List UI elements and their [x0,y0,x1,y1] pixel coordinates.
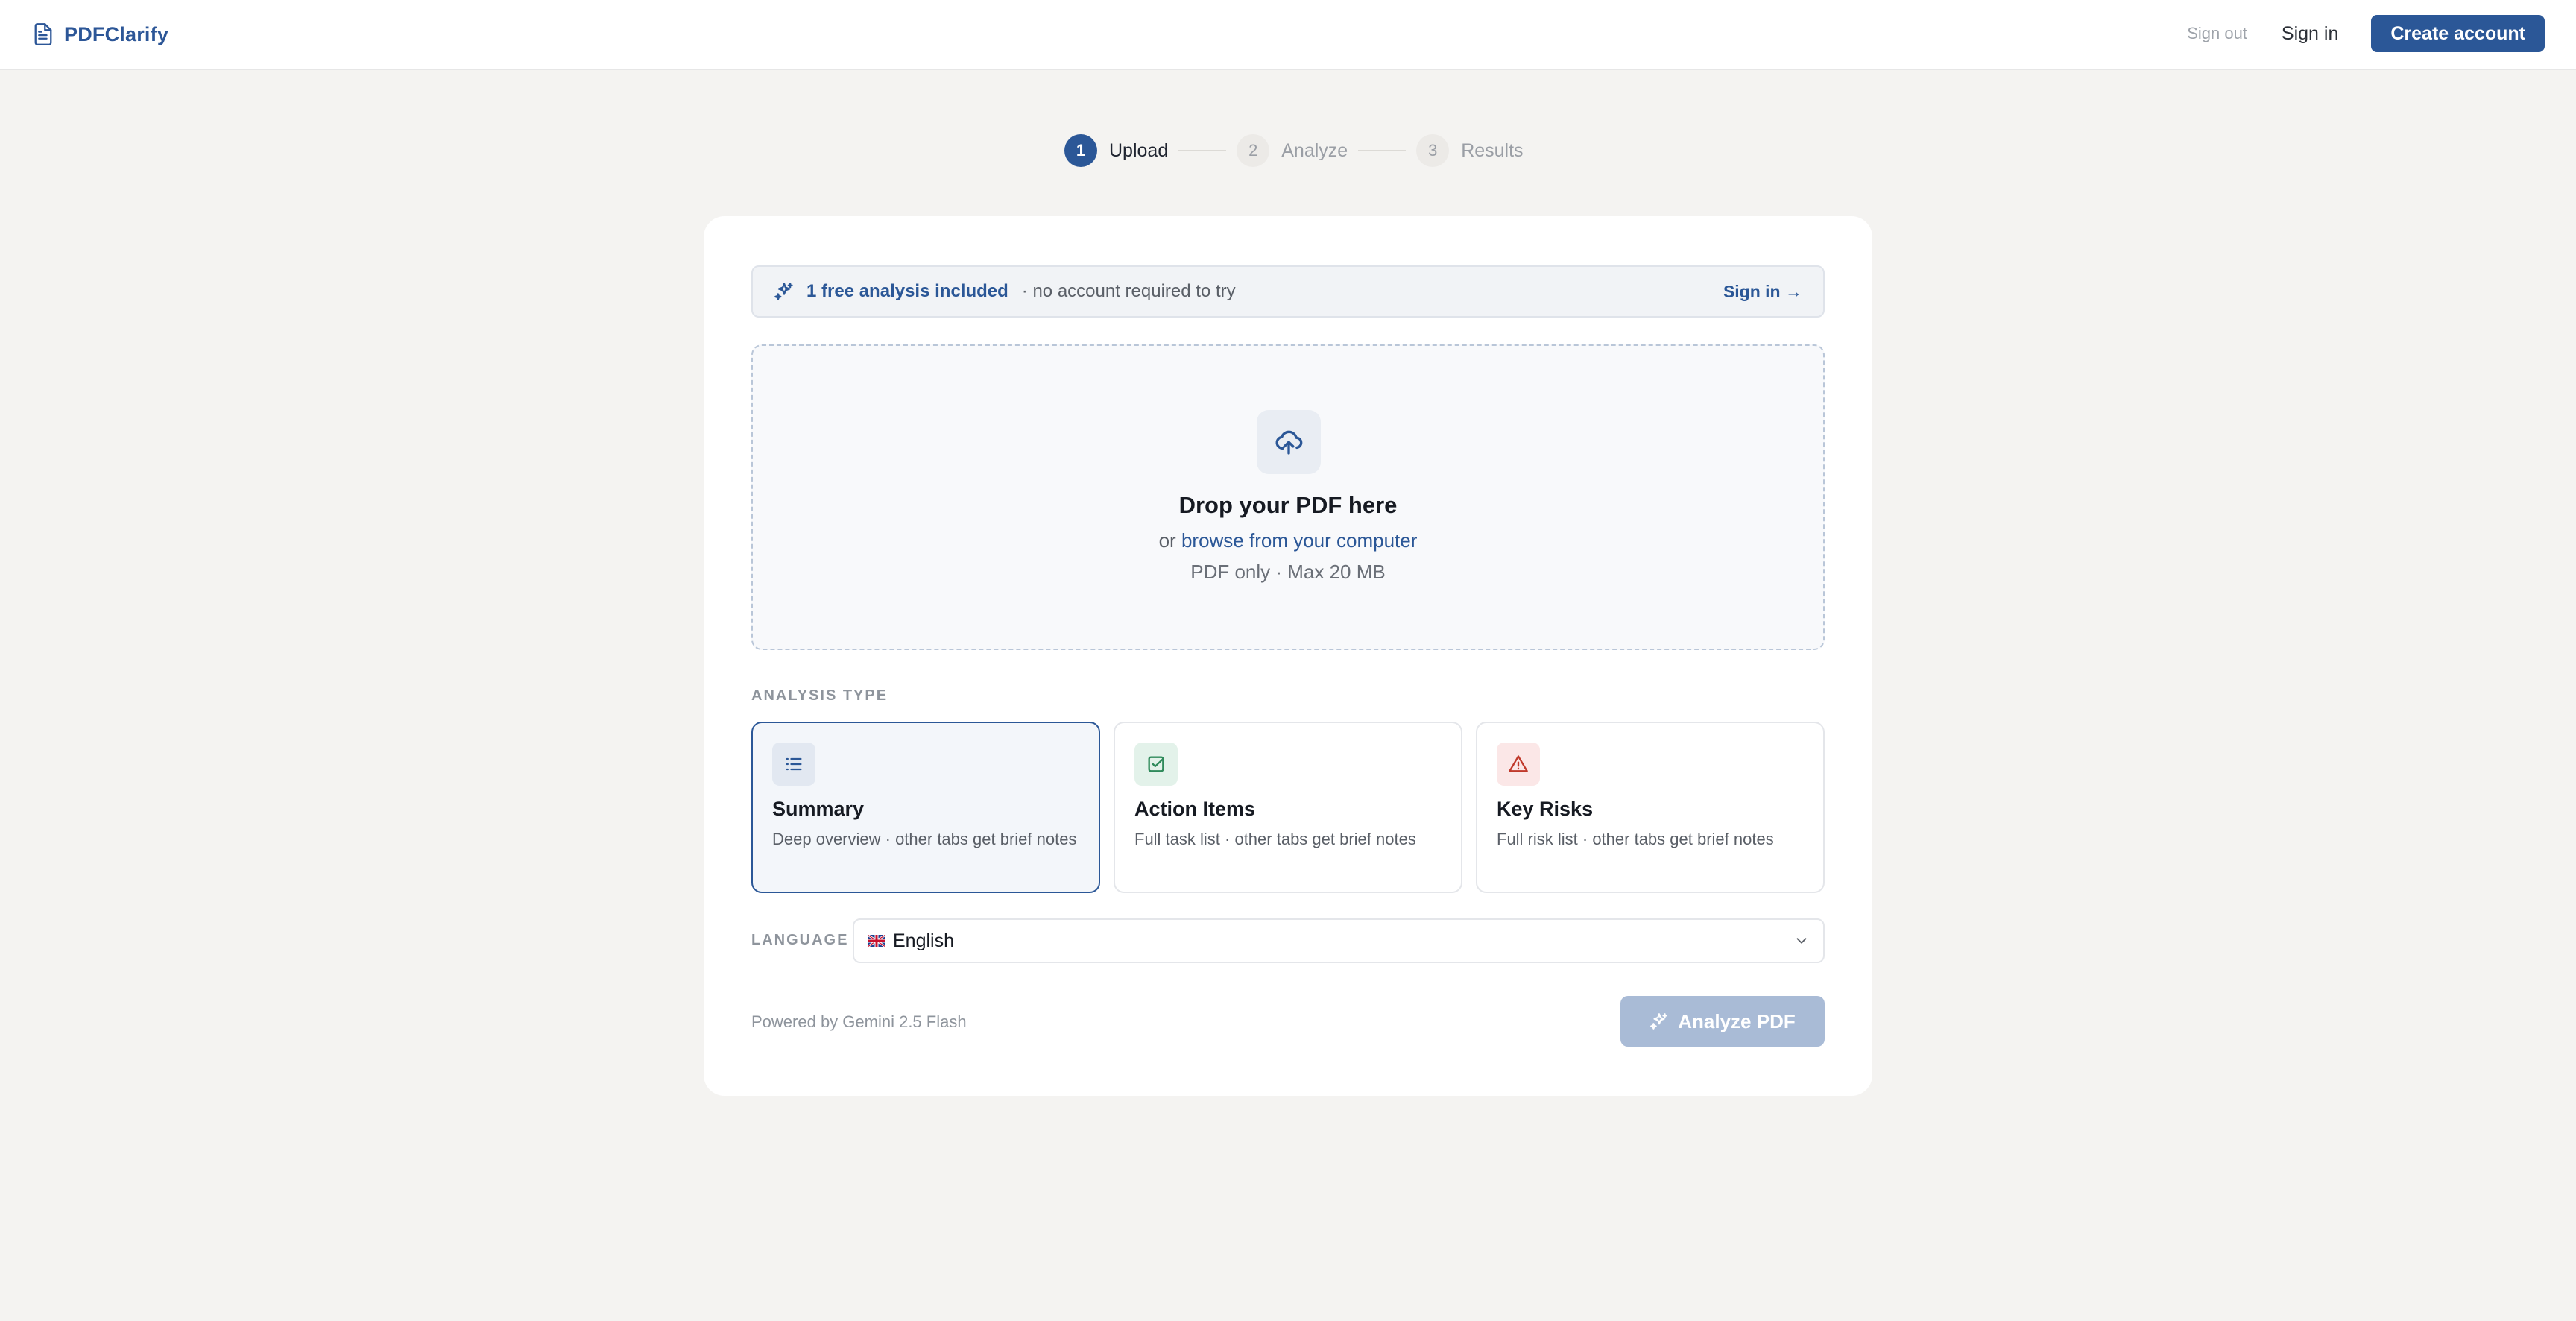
language-value: English [893,930,954,951]
warning-icon-box [1497,743,1540,786]
step-number: 1 [1064,134,1097,167]
brand-name: PDFClarify [64,22,169,45]
list-icon-box [772,743,815,786]
option-title: Summary [772,798,865,820]
banner-headline: 1 free analysis included [806,281,1008,301]
sign-out-link[interactable]: Sign out [2187,24,2247,43]
file-hint: PDF only · Max 20 MB [1190,561,1386,583]
step-number: 2 [1237,134,1270,167]
sparkles-icon [774,283,793,300]
sign-in-link[interactable]: Sign in [2282,23,2338,45]
drop-instructions: or browse from your computer [753,529,1823,552]
warning-icon [1509,755,1528,772]
step-number: 3 [1416,134,1450,167]
analysis-option-action-items[interactable]: Action Items Full task list · other tabs… [1114,722,1462,893]
language-select[interactable]: English [853,918,1825,963]
option-title: Key Risks [1497,798,1594,820]
analysis-option-summary[interactable]: Summary Deep overview · other tabs get b… [751,722,1100,893]
header-actions: Sign out Sign in Create account [2187,15,2545,52]
analyze-button-label: Analyze PDF [1678,1009,1796,1032]
option-description: Deep overview · other tabs get brief not… [772,830,1077,848]
banner-sign-in-link[interactable]: Sign in → [1723,282,1802,302]
option-description: Full task list · other tabs get brief no… [1134,830,1416,848]
language-label: LANGUAGE [751,932,849,948]
brand-logo[interactable]: PDFClarify [33,18,168,51]
cloud-upload-icon [1275,430,1303,455]
step-label: Upload [1109,139,1169,161]
option-title: Action Items [1134,798,1256,820]
upload-card: 1 free analysis included · no account re… [704,216,1872,1096]
step-label: Analyze [1281,139,1348,161]
free-analysis-banner: 1 free analysis included · no account re… [751,265,1825,318]
drop-title: Drop your PDF here [1178,492,1398,518]
analysis-option-key-risks[interactable]: Key Risks Full risk list · other tabs ge… [1476,722,1825,893]
browse-link[interactable]: browse from your computer [1181,529,1417,552]
top-header: PDFClarify Sign out Sign in Create accou… [0,0,2576,70]
step-upload: 1 Upload [1064,134,1168,167]
list-icon [786,757,802,771]
step-connector [1358,150,1407,151]
step-connector [1178,150,1227,151]
create-account-button[interactable]: Create account [2371,15,2545,52]
sparkles-icon [1650,1013,1668,1030]
checkbox-icon-box [1134,743,1178,786]
powered-by-text: Powered by Gemini 2.5 Flash [751,1012,967,1031]
option-description: Full risk list · other tabs get brief no… [1497,830,1774,848]
pdf-dropzone[interactable]: Drop your PDF here or browse from your c… [751,344,1825,650]
analysis-type-label: ANALYSIS TYPE [751,687,888,704]
checkbox-icon [1148,756,1164,772]
step-results: 3 Results [1416,134,1524,167]
step-analyze: 2 Analyze [1237,134,1348,167]
upload-icon-box [1257,410,1321,474]
or-text: or [1158,529,1176,552]
progress-stepper: 1 Upload 2 Analyze 3 Results [1064,134,1524,167]
uk-flag-icon [868,935,886,947]
chevron-down-icon [1796,938,1807,944]
step-label: Results [1461,139,1524,161]
analyze-pdf-button[interactable]: Analyze PDF [1620,996,1825,1047]
banner-subtext: · no account required to try [1021,281,1236,301]
document-icon [34,23,52,45]
